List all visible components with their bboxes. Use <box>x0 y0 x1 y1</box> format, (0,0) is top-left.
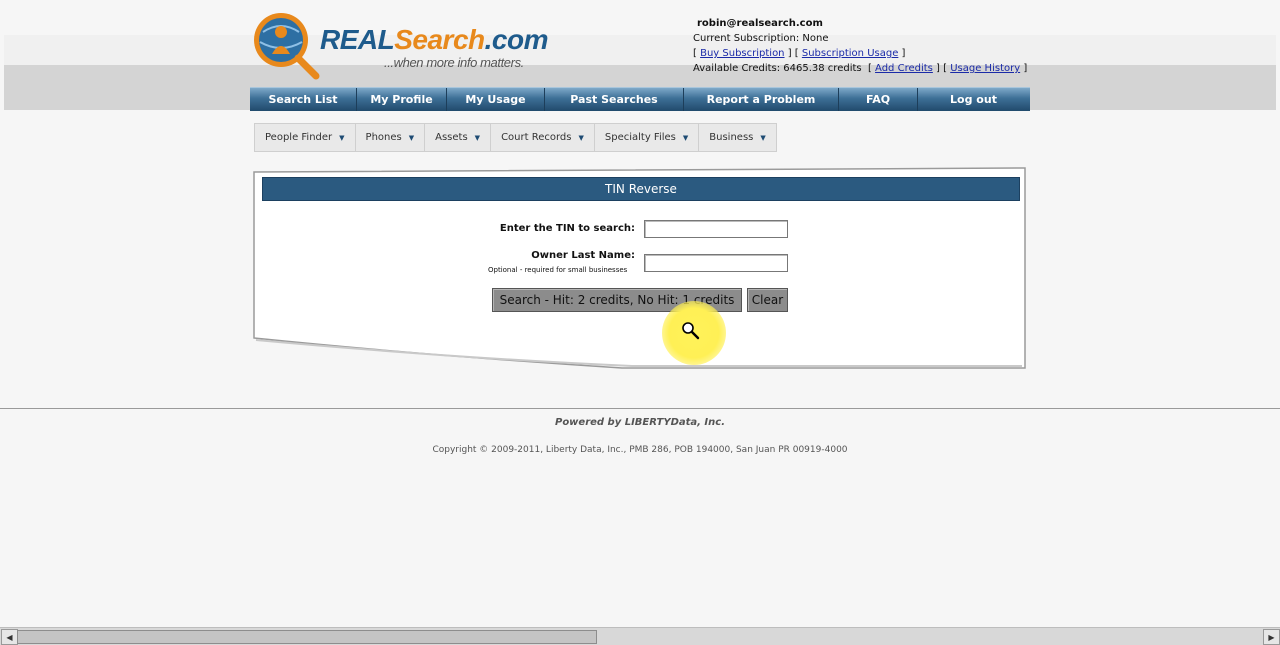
logo-search: Search <box>394 24 485 55</box>
dropdown-arrow-icon: ▼ <box>474 133 481 142</box>
menu-phones[interactable]: Phones ▼ <box>356 124 426 151</box>
tin-input[interactable] <box>644 220 788 238</box>
nav-log-out[interactable]: Log out <box>918 88 1029 111</box>
owner-hint: Optional - required for small businesses <box>488 266 628 274</box>
menu-specialty-files-label: Specialty Files <box>604 132 676 143</box>
menu-people-finder[interactable]: People Finder ▼ <box>255 124 356 151</box>
credits-row: Available Credits: 6465.38 credits [ Add… <box>693 63 1028 74</box>
subscription-status: Current Subscription: None <box>693 33 829 44</box>
subscription-usage-link[interactable]: Subscription Usage <box>802 48 898 59</box>
usage-history-link[interactable]: Usage History <box>950 63 1020 74</box>
menu-business-label: Business <box>709 132 754 143</box>
nav-past-searches[interactable]: Past Searches <box>545 88 684 111</box>
footer-divider <box>0 408 1280 409</box>
owner-last-name-label: Owner Last Name: <box>531 250 635 261</box>
magnifier-cursor-icon <box>682 322 700 340</box>
clear-button[interactable]: Clear <box>747 288 788 312</box>
owner-last-name-input[interactable] <box>644 254 788 272</box>
dropdown-arrow-icon: ▼ <box>682 133 689 142</box>
menu-business[interactable]: Business ▼ <box>699 124 776 151</box>
menu-people-finder-label: People Finder <box>265 132 333 143</box>
tin-reverse-panel: TIN Reverse Enter the TIN to search: Own… <box>252 166 1027 370</box>
logo-real: REAL <box>320 24 395 55</box>
logo-wordmark: REALSearch.com <box>320 24 549 56</box>
nav-search-list[interactable]: Search List <box>250 88 357 111</box>
scroll-left-icon[interactable]: ◀ <box>1 629 18 645</box>
menu-assets[interactable]: Assets ▼ <box>425 124 492 151</box>
account-panel: robin@realsearch.com Current Subscriptio… <box>693 16 1027 76</box>
nav-report-problem[interactable]: Report a Problem <box>684 88 839 111</box>
nav-faq[interactable]: FAQ <box>839 88 918 111</box>
menu-court-records[interactable]: Court Records ▼ <box>491 124 595 151</box>
main-nav: Search List My Profile My Usage Past Sea… <box>250 87 1030 111</box>
menu-assets-label: Assets <box>435 132 468 143</box>
copyright: Copyright © 2009-2011, Liberty Data, Inc… <box>432 445 848 455</box>
subscription-links: [ Buy Subscription ] [ Subscription Usag… <box>693 48 906 59</box>
menu-phones-label: Phones <box>365 132 402 143</box>
available-credits: Available Credits: 6465.38 credits <box>693 63 862 74</box>
dropdown-arrow-icon: ▼ <box>760 133 766 142</box>
logo-com: .com <box>484 24 549 55</box>
add-credits-link[interactable]: Add Credits <box>875 63 933 74</box>
menu-court-records-label: Court Records <box>501 132 572 143</box>
buy-subscription-link[interactable]: Buy Subscription <box>700 48 784 59</box>
panel-title: TIN Reverse <box>262 177 1020 201</box>
nav-my-profile[interactable]: My Profile <box>357 88 447 111</box>
scroll-right-icon[interactable]: ▶ <box>1263 629 1280 645</box>
nav-my-usage[interactable]: My Usage <box>447 88 545 111</box>
category-menu: People Finder ▼ Phones ▼ Assets ▼ Court Rec… <box>254 123 777 152</box>
menu-specialty-files[interactable]: Specialty Files ▼ <box>595 124 700 151</box>
logo-tagline: ...when more info matters. <box>384 55 524 70</box>
powered-by: Powered by LIBERTYData, Inc. <box>554 417 725 428</box>
dropdown-arrow-icon: ▼ <box>578 133 584 142</box>
tin-label: Enter the TIN to search: <box>499 223 635 234</box>
scrollbar-thumb[interactable] <box>17 630 597 644</box>
account-email: robin@realsearch.com <box>697 18 823 29</box>
dropdown-arrow-icon: ▼ <box>339 133 345 142</box>
dropdown-arrow-icon: ▼ <box>408 133 415 142</box>
horizontal-scrollbar[interactable]: ◀ ▶ <box>0 627 1280 645</box>
